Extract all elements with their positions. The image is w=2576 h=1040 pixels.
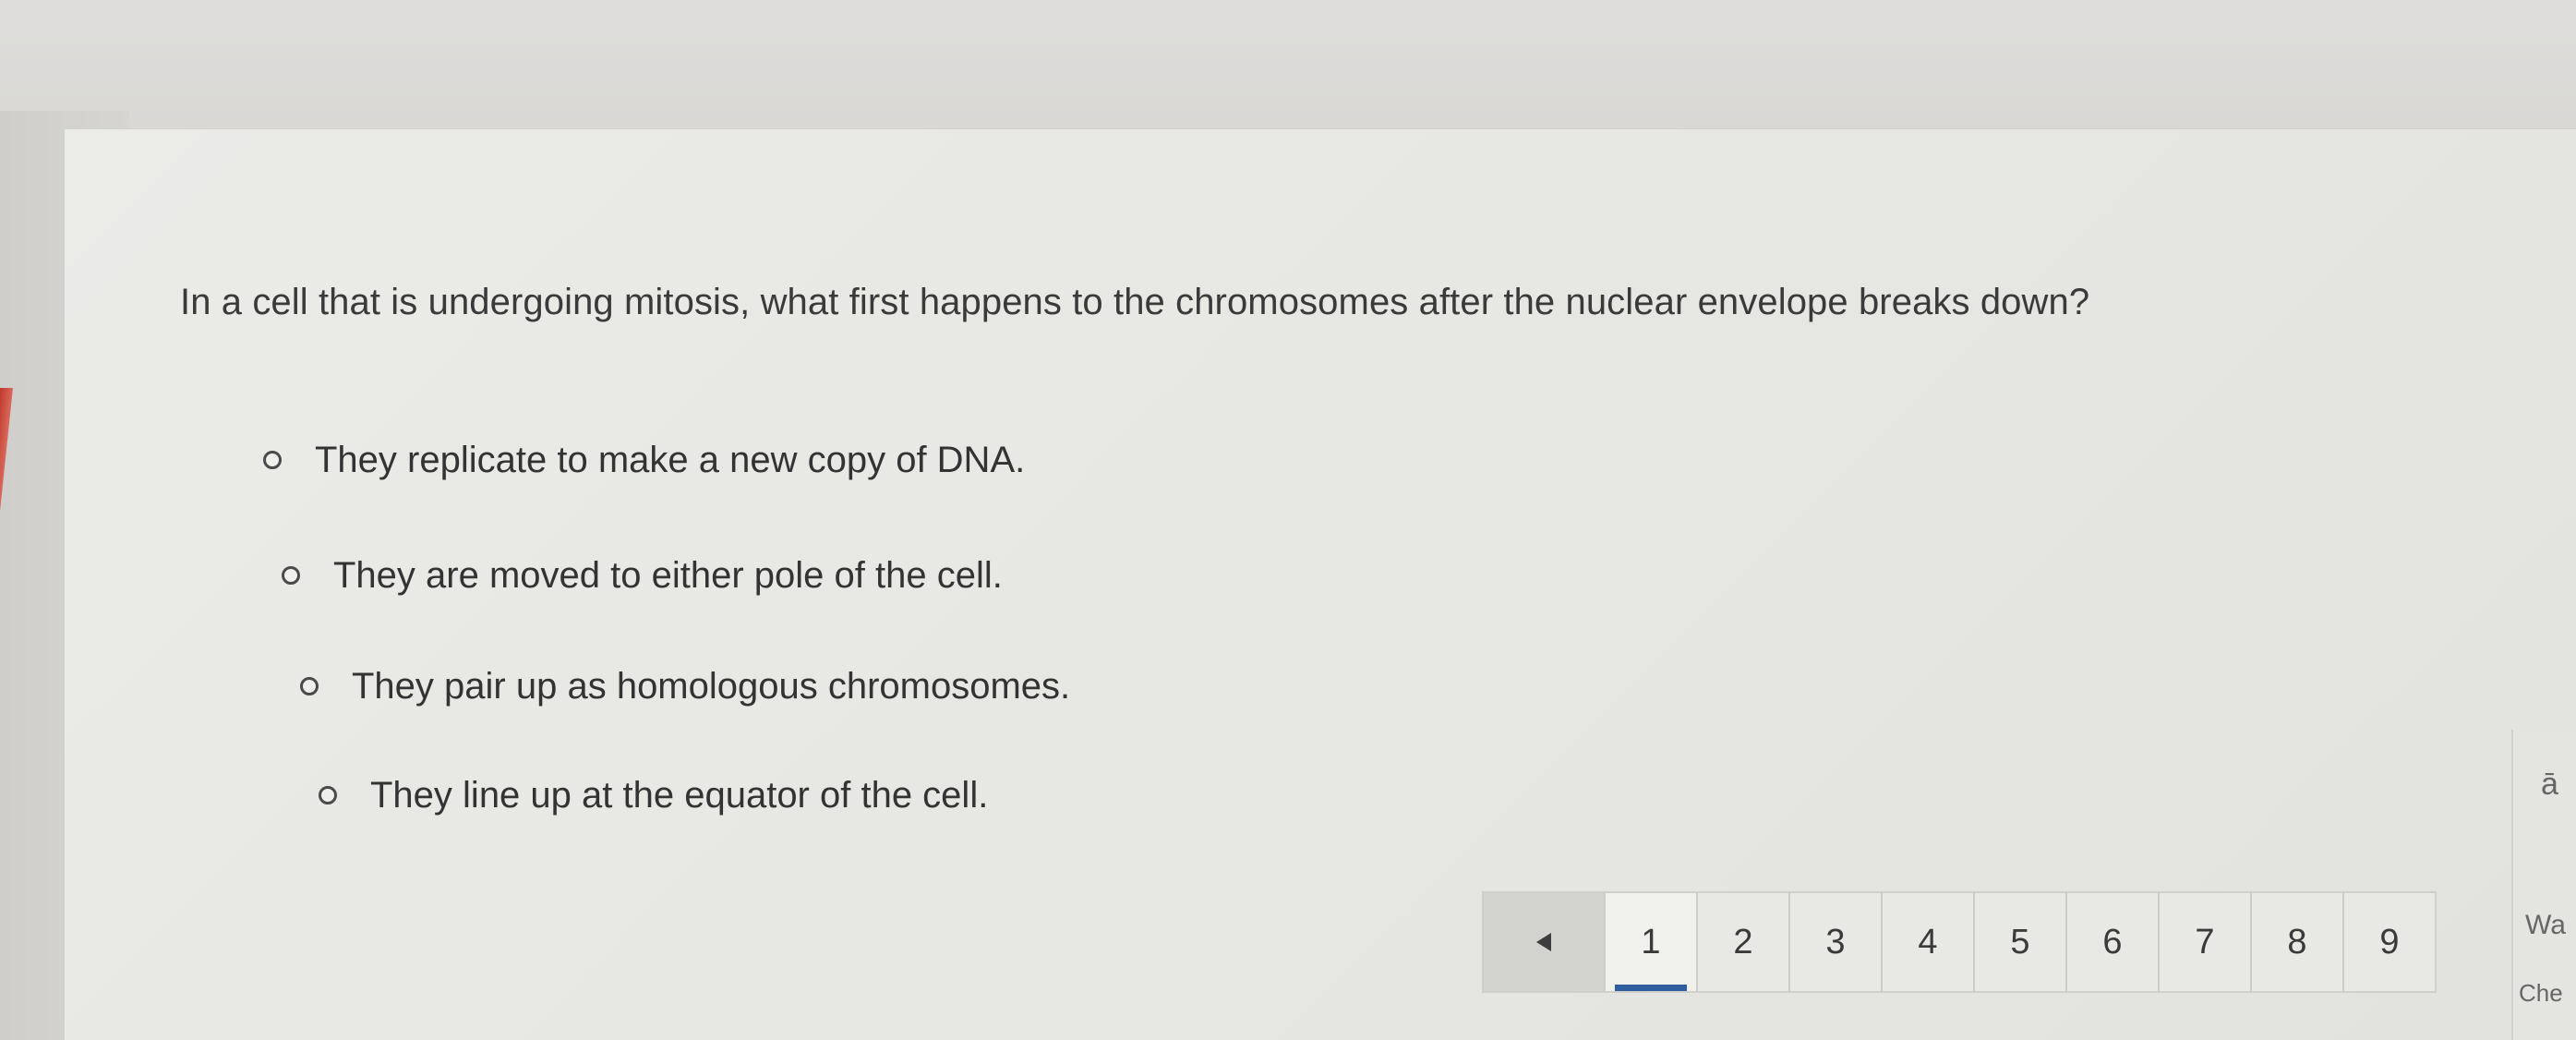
question-pagination: 1 2 3 4 5 6 7 8 9 [1482,891,2437,993]
page-8-button[interactable]: 8 [2250,893,2342,991]
page-9-button[interactable]: 9 [2342,893,2435,991]
question-text: In a cell that is undergoing mitosis, wh… [180,282,2090,322]
choice-a[interactable]: They replicate to make a new copy of DNA… [263,434,1025,486]
radio-button-b[interactable] [282,566,300,585]
choice-d-label: They line up at the equator of the cell. [370,774,989,816]
radio-button-d[interactable] [319,786,337,804]
page-3-button[interactable]: 3 [1788,893,1881,991]
choice-a-label: They replicate to make a new copy of DNA… [315,439,1026,480]
choice-d[interactable]: They line up at the equator of the cell. [319,769,988,821]
choice-c[interactable]: They pair up as homologous chromosomes. [300,660,1070,712]
page-4-button[interactable]: 4 [1881,893,1973,991]
right-panel-icon[interactable]: ā [2541,767,2558,803]
page-5-button[interactable]: 5 [1973,893,2065,991]
right-panel-text-1: Wa [2525,910,2566,940]
radio-button-c[interactable] [300,677,319,695]
page-2-button[interactable]: 2 [1696,893,1788,991]
choice-b-label: They are moved to either pole of the cel… [333,554,1003,596]
radio-button-a[interactable] [263,451,282,469]
page-6-button[interactable]: 6 [2065,893,2158,991]
choice-c-label: They pair up as homologous chromosomes. [352,665,1071,707]
previous-button[interactable] [1484,893,1604,991]
page-1-button[interactable]: 1 [1604,893,1696,991]
triangle-left-icon [1536,933,1551,951]
top-strip [0,0,2576,129]
choice-b[interactable]: They are moved to either pole of the cel… [282,550,1003,601]
page-7-button[interactable]: 7 [2158,893,2250,991]
right-panel-text-2[interactable]: Che [2519,979,2576,1008]
